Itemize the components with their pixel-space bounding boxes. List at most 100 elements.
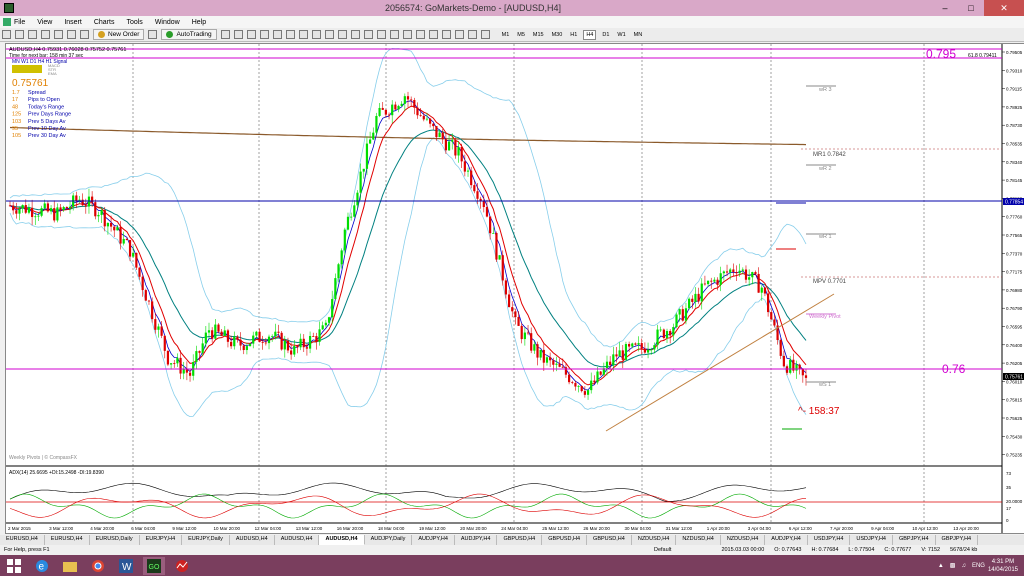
tile-windows-icon[interactable] (285, 30, 295, 39)
candlestick-icon[interactable] (233, 30, 243, 39)
candle-body (261, 342, 264, 343)
chart-tab[interactable]: AUDJPY,H4 (412, 535, 455, 545)
chart-tab[interactable]: EURUSD,H4 (45, 535, 90, 545)
data-window-icon[interactable] (41, 30, 50, 39)
menu-insert[interactable]: Insert (64, 19, 82, 26)
auto-scroll-icon[interactable] (298, 30, 308, 39)
chart-tab[interactable]: GBPJPY,H4 (936, 535, 979, 545)
tray-network-icon[interactable]: ▩ (950, 562, 956, 569)
chart-tab[interactable]: AUDUSD,H4 (230, 535, 275, 545)
tf-mn[interactable]: MN (632, 31, 645, 39)
horizontal-line-icon[interactable] (402, 30, 412, 39)
chart-tab[interactable]: GBPUSD,H4 (587, 535, 632, 545)
ie-icon[interactable]: e (31, 557, 53, 575)
chart-tab[interactable]: AUDUSD,H4 (275, 535, 320, 545)
word-icon[interactable]: W (115, 557, 137, 575)
navigator-icon[interactable] (54, 30, 63, 39)
candle-body (748, 277, 751, 280)
start-button[interactable] (3, 557, 25, 575)
tf-m15[interactable]: M15 (531, 31, 546, 39)
menu-view[interactable]: View (37, 19, 52, 26)
tf-h1[interactable]: H1 (568, 31, 579, 39)
minimize-button[interactable]: – (932, 0, 958, 16)
chart-tab[interactable]: AUDJPY,H4 (455, 535, 498, 545)
tray-lang[interactable]: ENG (972, 563, 985, 569)
chart-tab[interactable]: USDJPY,H4 (808, 535, 851, 545)
new-order-button[interactable]: New Order (93, 29, 145, 40)
channel-icon[interactable] (428, 30, 438, 39)
candle-body (476, 191, 479, 199)
tf-d1[interactable]: D1 (600, 31, 611, 39)
candle-body (722, 271, 725, 274)
menu-file[interactable]: File (14, 19, 25, 26)
chart-tab[interactable]: EURJPY,H4 (140, 535, 183, 545)
tf-m5[interactable]: M5 (515, 31, 527, 39)
menu-window[interactable]: Window (155, 19, 180, 26)
chart-tab[interactable]: EURUSD,H4 (0, 535, 45, 545)
clock[interactable]: 4:31 PM 14/04/2015 (988, 558, 1018, 574)
line-chart-icon[interactable] (246, 30, 256, 39)
terminal-icon[interactable] (67, 30, 76, 39)
text-label-icon[interactable] (467, 30, 477, 39)
chart-tab[interactable]: NZDUSD,H4 (721, 535, 766, 545)
candle-body (669, 331, 672, 336)
menu-tools[interactable]: Tools (126, 19, 142, 26)
tray-arrow-icon[interactable]: ▲ (938, 563, 944, 569)
fibonacci-icon[interactable] (441, 30, 451, 39)
chart-tab[interactable]: AUDJPY,H4 (765, 535, 808, 545)
charting-app-icon[interactable] (171, 557, 193, 575)
profiles-icon[interactable] (15, 30, 24, 39)
chart-tab[interactable]: NZDUSD,H4 (676, 535, 721, 545)
autotrading-button[interactable]: AutoTrading (161, 29, 217, 40)
menu-charts[interactable]: Charts (94, 19, 115, 26)
chart-tab[interactable]: GBPUSD,H4 (497, 535, 543, 545)
toolbar: New Order AutoTrading M1 M5 M15 M30 H1 H… (0, 28, 1024, 42)
tf-h4[interactable]: H4 (583, 29, 597, 40)
periods-icon[interactable] (337, 30, 347, 39)
chart-window[interactable]: 0.795 61.8 0.79411 0.76 wR 3 MR1 0.7842 … (5, 43, 1024, 534)
bar-chart-icon[interactable] (220, 30, 230, 39)
chart-tab[interactable]: AUDJPY,Daily (365, 535, 413, 545)
candle-body (277, 331, 280, 333)
chart-tab[interactable]: GBPJPY,H4 (893, 535, 936, 545)
chart-tab[interactable]: EURJPY,Daily (182, 535, 230, 545)
tf-m1[interactable]: M1 (500, 31, 512, 39)
chart-tab[interactable]: GBPUSD,H4 (542, 535, 588, 545)
candle-body (157, 326, 160, 330)
templates-icon[interactable] (350, 30, 360, 39)
chart-tab[interactable]: AUDUSD,H4 (319, 535, 365, 545)
tf-m30[interactable]: M30 (550, 31, 565, 39)
zoom-out-icon[interactable] (272, 30, 282, 39)
market-watch-icon[interactable] (28, 30, 37, 39)
metatrader-icon[interactable]: GO (143, 556, 165, 575)
status-profile[interactable]: Default (654, 547, 671, 553)
vertical-line-icon[interactable] (389, 30, 399, 39)
metaeditor-icon[interactable] (148, 30, 158, 39)
ws1-label: wS 1 (818, 382, 831, 388)
candle-body (672, 327, 675, 336)
zoom-in-icon[interactable] (259, 30, 269, 39)
tester-icon[interactable] (80, 30, 89, 39)
text-icon[interactable] (454, 30, 464, 39)
chart-tab[interactable]: USDJPY,H4 (850, 535, 893, 545)
indicators-icon[interactable] (324, 30, 334, 39)
candle-body (489, 216, 492, 234)
candle-body (454, 140, 457, 156)
time-tick-label: 26 Mar 20:00 (583, 526, 610, 531)
menu-help[interactable]: Help (192, 19, 206, 26)
explorer-icon[interactable] (59, 557, 81, 575)
close-button[interactable]: ✕ (984, 0, 1024, 16)
chart-tab[interactable]: NZDUSD,H4 (632, 535, 677, 545)
cursor-icon[interactable] (363, 30, 373, 39)
new-chart-icon[interactable] (2, 30, 11, 39)
tray-volume-icon[interactable]: ♫ (961, 563, 966, 569)
trendline-icon[interactable] (415, 30, 425, 39)
tf-w1[interactable]: W1 (615, 31, 627, 39)
chart-canvas[interactable]: 0.795 61.8 0.79411 0.76 wR 3 MR1 0.7842 … (6, 44, 1024, 533)
crosshair-icon[interactable] (376, 30, 386, 39)
maximize-button[interactable]: □ (958, 0, 984, 16)
chart-shift-icon[interactable] (311, 30, 321, 39)
chrome-icon[interactable] (87, 557, 109, 575)
arrows-icon[interactable] (480, 30, 490, 39)
chart-tab[interactable]: EURUSD,Daily (90, 535, 140, 545)
